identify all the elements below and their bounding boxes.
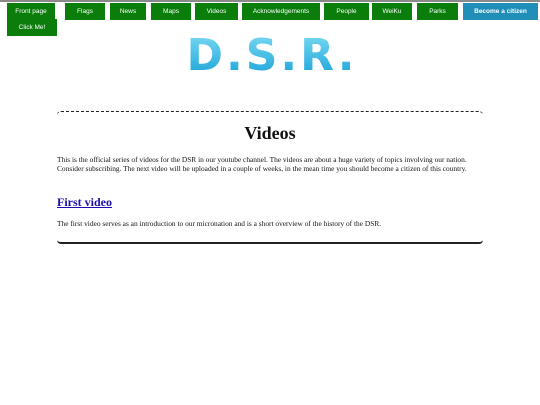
first-video-description: The first video serves as an introductio… [57,219,382,228]
nav-people[interactable]: People [324,3,369,20]
dsr-logo: D.S.R. [176,30,368,78]
nav-front-page[interactable]: Front page [7,3,55,20]
nav-flags[interactable]: Flags [65,3,105,20]
intro-paragraph: This is the official series of videos fo… [57,155,467,174]
nav-maps[interactable]: Maps [151,3,191,20]
become-citizen-button[interactable]: Become a citizen [463,3,538,20]
page-title: Videos [244,123,296,143]
nav-acknowledgements[interactable]: Acknowledgements [242,3,320,20]
nav-weiku[interactable]: WeiKu [372,3,412,20]
nav-parks[interactable]: Parks [417,3,458,20]
first-video-link[interactable]: First video [57,195,112,209]
nav-news[interactable]: News [110,3,146,20]
click-me-button[interactable]: Click Me! [7,19,57,36]
dsr-logo-graphic: D.S.R. [186,30,357,78]
nav-videos[interactable]: Videos [195,3,238,20]
logo-text: D.S.R. [186,30,357,78]
videos-section: Videos This is the official series of vi… [57,111,483,244]
section-heading: First video [57,195,112,209]
